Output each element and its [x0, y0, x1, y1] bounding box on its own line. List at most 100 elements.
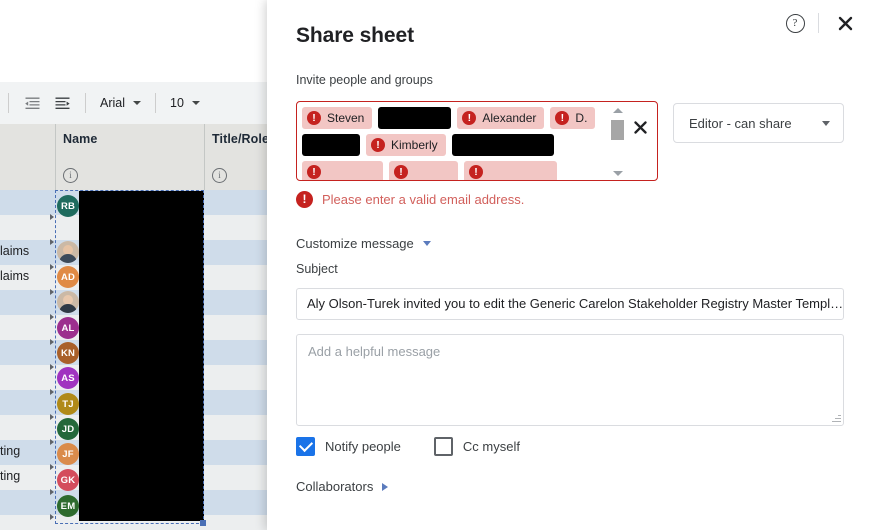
chevron-down-icon — [822, 120, 830, 126]
avatar[interactable]: JD — [57, 418, 79, 440]
recipient-chip-label: Kimberly — [391, 138, 438, 152]
clear-all-icon[interactable] — [631, 118, 649, 136]
row-expand-icon[interactable] — [50, 514, 54, 520]
recipients-input[interactable]: ! Steven ! Alexander ! D. ! Kimberly ! ! ! — [296, 101, 658, 181]
close-icon[interactable] — [832, 10, 858, 36]
error-icon: ! — [469, 165, 483, 179]
row-expand-icon[interactable] — [50, 289, 54, 295]
customize-message-label: Customize message — [296, 236, 414, 251]
share-sheet-dialog: Share sheet ? Invite people and groups !… — [267, 0, 880, 530]
screen: Arial 10 Name Title/Role i i laims laims — [0, 0, 880, 530]
scroll-down-arrow-icon[interactable] — [613, 171, 623, 176]
row-expand-icon[interactable] — [50, 489, 54, 495]
validation-error: ! Please enter a valid email address. — [296, 191, 524, 208]
scroll-up-arrow-icon[interactable] — [613, 108, 623, 113]
recipient-chip-redacted[interactable] — [302, 134, 360, 156]
header-divider — [818, 13, 819, 33]
avatar[interactable] — [57, 241, 79, 263]
recipient-chip-label: Steven — [327, 111, 365, 125]
row-expand-icon[interactable] — [50, 314, 54, 320]
row-expand-icon[interactable] — [50, 414, 54, 420]
font-family-selector[interactable]: Arial — [94, 90, 147, 116]
cell-text: laims — [0, 244, 30, 258]
decrease-indent-icon[interactable] — [19, 90, 45, 116]
avatar-initials: JF — [62, 448, 74, 460]
error-icon: ! — [555, 111, 570, 125]
notify-people-checkbox[interactable] — [296, 437, 315, 456]
recipient-chip[interactable]: ! — [464, 161, 557, 180]
row-expand-icon[interactable] — [50, 264, 54, 270]
avatar[interactable]: AS — [57, 367, 79, 389]
row-expand-icon[interactable] — [50, 214, 54, 220]
cell-text: ting — [0, 444, 21, 458]
cell-text: ting — [0, 469, 21, 483]
notify-people-label: Notify people — [325, 439, 401, 454]
avatar-initials: EM — [60, 500, 76, 512]
avatar[interactable]: JF — [57, 443, 79, 465]
help-icon[interactable]: ? — [783, 11, 807, 35]
avatar[interactable] — [57, 291, 79, 313]
row-expand-icon[interactable] — [50, 339, 54, 345]
error-icon: ! — [462, 111, 477, 125]
subject-label: Subject — [296, 262, 338, 276]
row-expand-icon[interactable] — [50, 389, 54, 395]
avatar[interactable]: KN — [57, 342, 79, 364]
avatar-initials: AS — [61, 372, 75, 384]
error-icon: ! — [307, 111, 321, 125]
chevron-right-icon — [382, 482, 389, 491]
column-header-name: Name — [63, 132, 98, 146]
redacted-region — [79, 191, 204, 521]
column-divider — [55, 124, 56, 190]
collaborators-label: Collaborators — [296, 479, 374, 494]
font-size-selector[interactable]: 10 — [164, 90, 206, 116]
recipients-scrollbar[interactable] — [610, 106, 626, 178]
avatar[interactable]: RB — [57, 195, 79, 217]
cc-myself-label: Cc myself — [462, 439, 520, 454]
collaborators-toggle[interactable]: Collaborators — [296, 479, 389, 494]
share-options: Notify people Cc myself — [296, 437, 520, 456]
row-expand-icon[interactable] — [50, 464, 54, 470]
toolbar-divider-2 — [85, 93, 86, 113]
info-icon[interactable]: i — [212, 168, 227, 183]
avatar[interactable]: AD — [57, 266, 79, 288]
avatar[interactable]: TJ — [57, 393, 79, 415]
recipient-chip-redacted[interactable] — [378, 107, 452, 129]
role-dropdown-value: Editor - can share — [689, 115, 792, 131]
row-expand-icon[interactable] — [50, 439, 54, 445]
error-icon: ! — [296, 191, 313, 208]
message-textarea[interactable]: Add a helpful message — [296, 334, 844, 426]
error-icon: ! — [307, 165, 321, 179]
recipient-chip[interactable]: ! D. — [550, 107, 596, 129]
recipient-chip-list: ! Steven ! Alexander ! D. ! Kimberly ! ! ! — [302, 107, 612, 180]
avatar-initials: TJ — [62, 398, 74, 410]
avatar-initials: RB — [60, 200, 76, 212]
recipient-chip-label: Alexander — [482, 111, 537, 125]
recipient-chip[interactable]: ! — [389, 161, 458, 180]
role-dropdown[interactable]: Editor - can share — [673, 103, 844, 143]
recipient-chip-redacted[interactable] — [451, 134, 554, 156]
recipient-chip[interactable]: ! Steven — [302, 107, 373, 129]
avatar[interactable]: EM — [57, 495, 79, 517]
cc-myself-checkbox[interactable] — [433, 437, 453, 456]
increase-indent-icon[interactable] — [49, 90, 75, 116]
page-title: Share sheet — [296, 24, 414, 47]
avatar[interactable]: GK — [57, 469, 79, 491]
resize-grip-icon[interactable] — [831, 413, 841, 423]
font-family-value: Arial — [100, 96, 126, 110]
customize-message-toggle[interactable]: Customize message — [296, 236, 431, 251]
info-icon[interactable]: i — [63, 168, 78, 183]
recipient-chip[interactable]: ! Kimberly — [366, 134, 446, 156]
avatar[interactable]: AL — [57, 317, 79, 339]
chevron-down-icon — [422, 241, 431, 246]
recipient-chip[interactable]: ! — [302, 161, 383, 180]
avatar-initials: JD — [61, 423, 75, 435]
scrollbar-thumb[interactable] — [611, 120, 624, 140]
row-expand-icon[interactable] — [50, 364, 54, 370]
subject-input[interactable]: Aly Olson-Turek invited you to edit the … — [296, 288, 844, 320]
recipient-chip[interactable]: ! Alexander — [457, 107, 545, 129]
toolbar-divider — [8, 93, 9, 113]
row-expand-icon[interactable] — [50, 239, 54, 245]
chevron-down-icon — [191, 101, 200, 105]
toolbar-divider-3 — [155, 93, 157, 113]
message-placeholder: Add a helpful message — [308, 344, 441, 359]
